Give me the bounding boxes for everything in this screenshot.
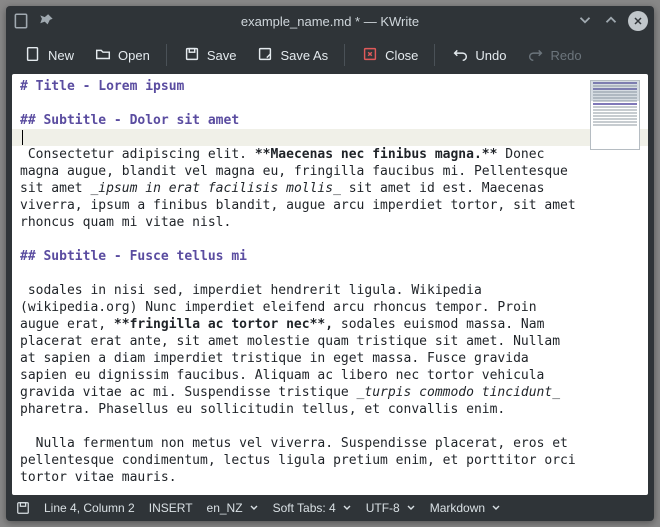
para1-ital: _ipsum in erat facilisis mollis_ bbox=[90, 181, 340, 196]
toolbar: New Open Save Save As Close Undo Redo bbox=[6, 36, 654, 74]
new-label: New bbox=[48, 48, 74, 63]
pin-icon[interactable] bbox=[38, 12, 56, 30]
file-new-icon bbox=[24, 45, 42, 66]
indent-label: Soft Tabs: 4 bbox=[273, 501, 336, 515]
redo-icon bbox=[527, 45, 545, 66]
encoding-selector[interactable]: UTF-8 bbox=[366, 501, 416, 515]
cursor-position[interactable]: Line 4, Column 2 bbox=[44, 501, 135, 515]
indent-selector[interactable]: Soft Tabs: 4 bbox=[273, 501, 352, 515]
syntax-selector[interactable]: Markdown bbox=[430, 501, 501, 515]
close-label: Close bbox=[385, 48, 418, 63]
app-menu-icon[interactable] bbox=[12, 12, 30, 30]
separator bbox=[344, 44, 345, 66]
window-title: example_name.md * — KWrite bbox=[6, 14, 654, 29]
para2-ital: _turpis commodo tincidunt_ bbox=[357, 385, 561, 400]
syntax-label: Markdown bbox=[430, 501, 485, 515]
locale-selector[interactable]: en_NZ bbox=[207, 501, 259, 515]
separator bbox=[166, 44, 167, 66]
chevron-down-icon bbox=[491, 503, 501, 513]
save-as-button[interactable]: Save As bbox=[248, 41, 336, 70]
chevron-down-icon bbox=[249, 503, 259, 513]
app-window: example_name.md * — KWrite New Open Save bbox=[6, 6, 654, 521]
text-editor[interactable]: # Title - Lorem ipsum ## Subtitle - Dolo… bbox=[20, 78, 578, 491]
close-doc-icon bbox=[361, 45, 379, 66]
folder-open-icon bbox=[94, 45, 112, 66]
blockquote: Nulla fermentum non metus vel viverra. S… bbox=[20, 436, 584, 485]
undo-label: Undo bbox=[475, 48, 506, 63]
insert-mode[interactable]: INSERT bbox=[149, 501, 193, 515]
save-icon bbox=[183, 45, 201, 66]
minimize-icon[interactable] bbox=[576, 11, 594, 29]
titlebar[interactable]: example_name.md * — KWrite bbox=[6, 6, 654, 36]
separator bbox=[434, 44, 435, 66]
para1-a: Consectetur adipiscing elit. bbox=[20, 147, 255, 162]
save-label: Save bbox=[207, 48, 237, 63]
undo-button[interactable]: Undo bbox=[443, 41, 514, 70]
open-button[interactable]: Open bbox=[86, 41, 158, 70]
minimap-viewport[interactable] bbox=[591, 81, 639, 101]
heading-2a: ## Subtitle - Dolor sit amet bbox=[20, 113, 239, 128]
chevron-down-icon bbox=[342, 503, 352, 513]
heading-2b: ## Subtitle - Fusce tellus mi bbox=[20, 249, 247, 264]
close-doc-button[interactable]: Close bbox=[353, 41, 426, 70]
encoding-label: UTF-8 bbox=[366, 501, 400, 515]
open-label: Open bbox=[118, 48, 150, 63]
minimap[interactable] bbox=[590, 80, 640, 150]
para2-bold: **fringilla ac tortor nec**, bbox=[114, 317, 333, 332]
close-window-icon[interactable] bbox=[628, 11, 648, 31]
para1-bold: **Maecenas nec finibus magna.** bbox=[255, 147, 498, 162]
editor-area: # Title - Lorem ipsum ## Subtitle - Dolo… bbox=[12, 74, 648, 495]
save-as-icon bbox=[256, 45, 274, 66]
chevron-down-icon bbox=[406, 503, 416, 513]
undo-icon bbox=[451, 45, 469, 66]
save-status-icon[interactable] bbox=[16, 501, 30, 515]
maximize-icon[interactable] bbox=[602, 11, 620, 29]
new-button[interactable]: New bbox=[16, 41, 82, 70]
statusbar: Line 4, Column 2 INSERT en_NZ Soft Tabs:… bbox=[6, 495, 654, 521]
redo-label: Redo bbox=[551, 48, 582, 63]
redo-button: Redo bbox=[519, 41, 590, 70]
heading-1: # Title - Lorem ipsum bbox=[20, 79, 184, 94]
save-as-label: Save As bbox=[280, 48, 328, 63]
text-cursor bbox=[22, 130, 23, 145]
locale-label: en_NZ bbox=[207, 501, 243, 515]
save-button[interactable]: Save bbox=[175, 41, 245, 70]
